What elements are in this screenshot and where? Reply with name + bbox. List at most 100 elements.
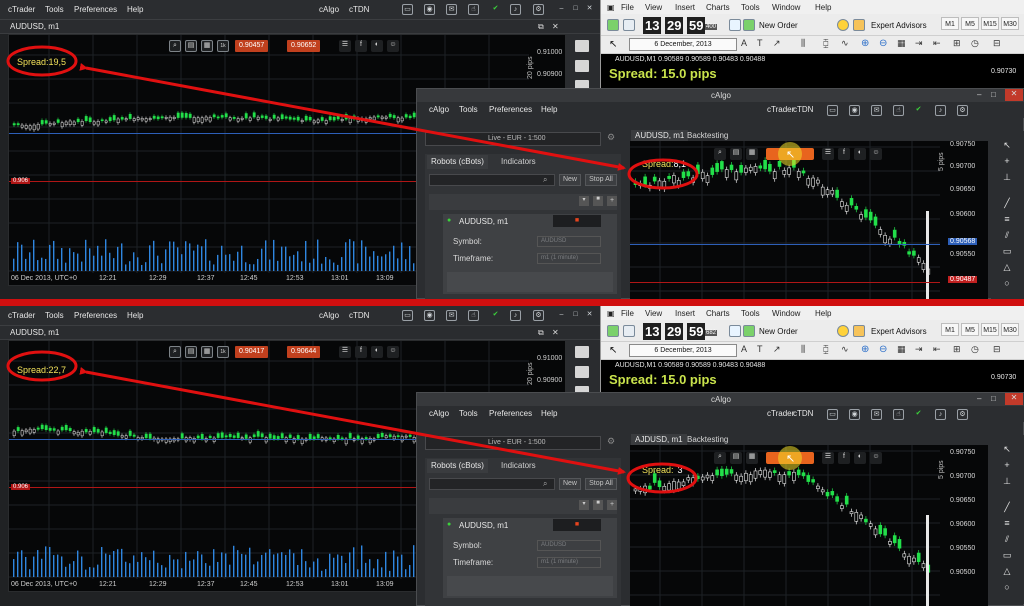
screenshot-icon[interactable]: ◉	[424, 4, 435, 15]
ellipse-tool-icon[interactable]: ○	[1001, 581, 1013, 593]
calgo-menu-calgo[interactable]: cAlgo	[429, 409, 449, 418]
new-order-button[interactable]: New Order	[759, 327, 798, 336]
tf-m5[interactable]: M5	[961, 323, 979, 336]
menu-calgo[interactable]: cAlgo	[319, 311, 339, 320]
collapse-icon[interactable]: ▾	[579, 500, 589, 510]
mt4-menu-tools[interactable]: Tools	[741, 309, 760, 318]
calgo-envelope-icon[interactable]: ✉	[871, 105, 882, 116]
periods-icon[interactable]: ◷	[971, 38, 979, 49]
maximize-icon[interactable]: □	[570, 310, 581, 321]
calgo-zoom-icon[interactable]: ⌕	[714, 148, 726, 160]
tf-m1[interactable]: M1	[941, 323, 959, 336]
channel-tool-icon[interactable]: ⫽	[1001, 533, 1013, 545]
tile-icon[interactable]: ▦	[897, 38, 906, 49]
bar-chart-icon[interactable]: ⫼	[801, 38, 805, 49]
fib-tool-icon[interactable]: ≡	[1001, 213, 1013, 225]
new-chart-icon[interactable]	[607, 19, 619, 31]
mt4-menu-tools[interactable]: Tools	[741, 3, 760, 12]
calgo-sound-icon[interactable]: ♪	[935, 409, 946, 420]
zoom-out-icon[interactable]: ⊖	[879, 38, 887, 49]
collapse-icon[interactable]: ▾	[579, 196, 589, 206]
mt4-menu-file[interactable]: File	[621, 309, 634, 318]
calgo-menu-tools[interactable]: Tools	[459, 409, 478, 418]
close-chart-icon[interactable]: ✕	[552, 22, 559, 31]
hline-tool-icon[interactable]: ⊥	[1001, 171, 1013, 183]
menu-ctdn[interactable]: cTDN	[349, 5, 369, 14]
text-label-icon[interactable]: T	[757, 344, 763, 354]
mt4-chart[interactable]: AUDUSD,M1 0.90589 0.90589 0.90483 0.9048…	[601, 54, 1024, 90]
list-icon[interactable]: ☰	[339, 346, 351, 358]
calgo-settings-icon[interactable]: ⚙	[957, 105, 968, 116]
candle-icon[interactable]: ⧮	[823, 38, 829, 49]
line-chart-icon[interactable]: ∿	[841, 38, 849, 49]
mt4-menu-window[interactable]: Window	[772, 309, 800, 318]
minimize-icon[interactable]: –	[556, 310, 567, 321]
menu-tools[interactable]: Tools	[45, 5, 64, 14]
candle-icon[interactable]: ⧮	[823, 344, 829, 355]
sell-price-button[interactable]: 0.90417	[235, 346, 269, 358]
calgo-menu-ctrader[interactable]: cTrader	[767, 105, 794, 114]
autoscroll-icon[interactable]: ⇥	[915, 344, 923, 355]
lots-icon[interactable]: 1k	[217, 40, 229, 52]
zoom-icon[interactable]: ⌕	[169, 40, 181, 52]
rect-tool-icon[interactable]: ▭	[1001, 549, 1013, 561]
trendline-tool-icon[interactable]: ╱	[1001, 501, 1013, 513]
crosshair-tool-icon[interactable]: +	[1001, 155, 1013, 167]
shift-icon[interactable]: ⇤	[933, 344, 941, 355]
indicator-icon[interactable]: ▦	[201, 346, 213, 358]
zoom-in-icon[interactable]: ⊕	[861, 38, 869, 49]
calgo-settings-icon[interactable]: ⚙	[957, 409, 968, 420]
mt4-menu-view[interactable]: View	[645, 3, 662, 12]
calgo-menu-ctdn[interactable]: cTDN	[793, 409, 813, 418]
mt4-chart[interactable]: AUDUSD,M1 0.90589 0.90589 0.90483 0.9048…	[601, 360, 1024, 396]
instance-stop-button[interactable]: ■	[553, 519, 601, 531]
mt4-menu-view[interactable]: View	[645, 309, 662, 318]
profiles-icon[interactable]	[623, 19, 635, 31]
calgo-minimize-icon[interactable]: –	[977, 90, 981, 99]
calgo-menu-help[interactable]: Help	[541, 105, 557, 114]
tf-m15[interactable]: M15	[981, 17, 999, 30]
calgo-maximize-icon[interactable]: □	[991, 90, 996, 99]
account-selector[interactable]: Live - EUR - 1:500	[425, 436, 601, 450]
account-settings-icon[interactable]: ⚙	[607, 132, 615, 143]
pointer-tool-icon[interactable]: ↖	[1001, 443, 1013, 455]
add-instance-icon[interactable]: +	[607, 500, 617, 510]
add-instance-icon[interactable]: +	[607, 196, 617, 206]
calgo-maximize-icon[interactable]: □	[991, 394, 996, 403]
arrows-icon[interactable]: ↗	[773, 344, 781, 355]
detach-icon[interactable]: ⧉	[538, 328, 544, 338]
mt4-menu-charts[interactable]: Charts	[706, 309, 730, 318]
pointer-tool-icon[interactable]: ↖	[1001, 139, 1013, 151]
buy-price-button[interactable]: 0.90644	[287, 346, 321, 358]
thumb-icon[interactable]: ☝	[468, 310, 479, 321]
chart-type-icon[interactable]: ▤	[185, 346, 197, 358]
calgo-close-icon[interactable]: ✕	[1005, 89, 1023, 101]
close-icon[interactable]: ✕	[584, 4, 595, 15]
theme-icon[interactable]: ◐	[371, 40, 383, 52]
robot-group-row[interactable]: ▾ ■ +	[429, 498, 617, 514]
triangle-tool-icon[interactable]: △	[1001, 565, 1013, 577]
side-button[interactable]	[575, 366, 589, 378]
tf-m30[interactable]: M30	[1001, 17, 1019, 30]
envelope-icon[interactable]: ✉	[446, 4, 457, 15]
expert-advisors-button[interactable]: Expert Advisors	[871, 21, 927, 30]
calgo-indicator-icon[interactable]: ▦	[746, 148, 758, 160]
calgo-menu-preferences[interactable]: Preferences	[489, 409, 532, 418]
expert-advisors-button[interactable]: Expert Advisors	[871, 327, 927, 336]
date-field[interactable]: 6 December, 2013	[629, 38, 737, 51]
screenshot-icon[interactable]: ◉	[424, 310, 435, 321]
instance-name[interactable]: AUDUSD, m1	[459, 521, 508, 530]
calgo-sound-icon[interactable]: ♪	[935, 105, 946, 116]
bar-chart-icon[interactable]: ⫼	[801, 344, 805, 355]
new-robot-button[interactable]: New	[559, 174, 581, 186]
calgo-menu-ctrader[interactable]: cTrader	[767, 409, 794, 418]
calgo-monitor-icon[interactable]: ▭	[827, 105, 838, 116]
rect-tool-icon[interactable]: ▭	[1001, 245, 1013, 257]
instance-stop-button[interactable]: ■	[553, 215, 601, 227]
menu-help[interactable]: Help	[127, 5, 143, 14]
triangle-tool-icon[interactable]: △	[1001, 261, 1013, 273]
mt4-menu-help[interactable]: Help	[815, 3, 831, 12]
tab-indicators[interactable]: Indicators	[497, 459, 540, 473]
mt4-menu-file[interactable]: File	[621, 3, 634, 12]
robot-icon[interactable]: ☺	[387, 40, 399, 52]
